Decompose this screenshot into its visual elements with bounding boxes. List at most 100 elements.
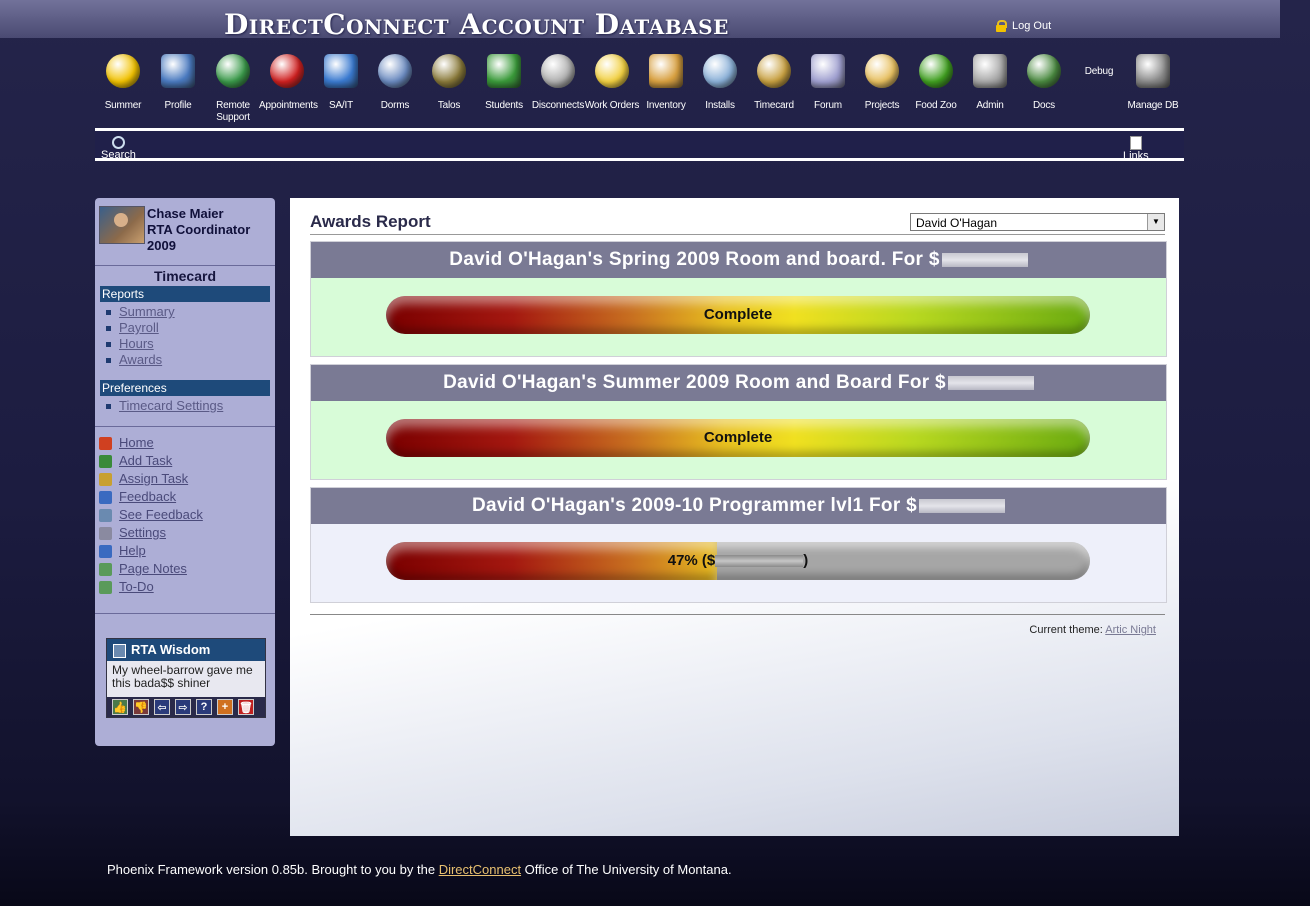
nav-label: Food Zoo [915,100,957,111]
preferences-list: Timecard Settings [105,398,223,414]
report-link-payroll[interactable]: Payroll [105,320,175,336]
nav-label: SA/IT [328,100,353,111]
profile-icon [161,54,195,88]
sidebar-link-page-notes[interactable]: Page Notes [99,560,203,578]
directconnect-link[interactable]: DirectConnect [439,862,521,877]
award-title-text: David O'Hagan's Summer 2009 Room and Boa… [443,372,946,393]
logout-label: Log Out [1012,20,1052,32]
progress-status-suffix: ) [803,552,809,569]
nav-item-remote-support[interactable]: Remote Support [205,52,261,124]
divider [95,613,275,614]
nav-item-installs[interactable]: Installs [692,52,748,112]
home-icon [99,437,112,450]
nav-item-students[interactable]: Students [476,52,532,112]
page-title: Awards Report [310,212,431,231]
add-icon[interactable]: + [217,699,233,715]
thumbs-up-icon[interactable]: 👍 [112,699,128,715]
trash-icon[interactable]: 🗑 [238,699,254,715]
user-select[interactable]: David O'Hagan ▼ [910,213,1165,231]
award-title-text: David O'Hagan's Spring 2009 Room and boa… [449,249,940,270]
chevron-down-icon: ▼ [1147,214,1164,230]
sidebar-link-label: Page Notes [119,561,187,576]
nav-item-disconnects[interactable]: Disconnects [530,52,586,112]
links-icon [1129,136,1142,150]
progress-label: Complete [386,419,1090,457]
main-panel: Awards Report David O'Hagan ▼ David O'Ha… [290,198,1179,836]
progress-bar: 47% ($) [386,542,1090,580]
redacted-amount [947,375,1034,390]
help-icon [99,545,112,558]
nav-label: Summer [104,100,142,111]
progress-bar: Complete [386,296,1090,334]
sidebar-link-feedback[interactable]: Feedback [99,488,203,506]
building-icon [378,54,412,88]
report-link-awards[interactable]: Awards [105,352,175,368]
nav-label: Profile [164,100,192,111]
award-title: David O'Hagan's Summer 2009 Room and Boa… [311,365,1166,401]
preferences-heading: Preferences [100,380,270,396]
money-bag-icon [757,54,791,88]
sidebar-link-to-do[interactable]: To-Do [99,578,203,596]
globe-help-icon [216,54,250,88]
report-link-summary[interactable]: Summary [105,304,175,320]
sidebar-link-see-feedback[interactable]: See Feedback [99,506,203,524]
pref-link-timecard-settings[interactable]: Timecard Settings [105,398,223,414]
rta-wisdom-widget: RTA Wisdom My wheel-barrow gave me this … [106,638,266,718]
nav-item-summer[interactable]: Summer [95,52,151,112]
nav-label: Students [485,100,523,111]
nav-item-admin[interactable]: Admin [962,52,1018,112]
arrow-right-icon[interactable]: ⇨ [175,699,191,715]
nav-item-timecard[interactable]: Timecard [746,52,802,112]
nav-item-forum[interactable]: Forum [800,52,856,112]
main-nav: Summer Profile Remote Support Appointments S… [95,52,1185,128]
nav-item-dorms[interactable]: Dorms [367,52,423,112]
sidebar-link-assign-task[interactable]: Assign Task [99,470,203,488]
student-icon [487,54,521,88]
nav-item-talos[interactable]: Talos [421,52,477,112]
nav-label: Manage DB [1127,100,1179,111]
logout-link[interactable]: Log Out [996,20,1051,32]
reports-list: Summary Payroll Hours Awards [105,304,175,368]
sidebar-link-label: See Feedback [119,507,203,522]
report-link-hours[interactable]: Hours [105,336,175,352]
sidebar-link-help[interactable]: Help [99,542,203,560]
nav-label: Admin [976,100,1004,111]
nav-label: Projects [864,100,900,111]
nav-label: Appointments [259,100,318,111]
award-card: David O'Hagan's Spring 2009 Room and boa… [310,241,1167,357]
sidebar-link-label: Settings [119,525,166,540]
nav-item-appointments[interactable]: Appointments [259,52,318,112]
award-title: David O'Hagan's 2009-10 Programmer lvl1 … [311,488,1166,524]
thumbs-down-icon[interactable]: 👎 [133,699,149,715]
nav-label: Disconnects [531,100,585,111]
nav-item-sa-it[interactable]: SA/IT [313,52,369,112]
sidebar-link-label: Home [119,435,154,450]
nav-item-manage-db[interactable]: Manage DB [1125,52,1181,112]
sidebar-link-add-task[interactable]: Add Task [99,452,203,470]
forum-bubble-icon [811,54,845,88]
arrow-left-icon[interactable]: ⇦ [154,699,170,715]
user-role: RTA Coordinator [147,222,251,237]
progress-status: Complete [703,306,773,323]
nav-item-inventory[interactable]: Inventory [638,52,694,112]
nav-item-docs[interactable]: Docs [1016,52,1072,112]
lock-icon [996,20,1007,32]
nav-item-projects[interactable]: Projects [854,52,910,112]
nav-item-work-orders[interactable]: Work Orders [584,52,640,112]
sidebar-link-home[interactable]: Home [99,434,203,452]
nav-label: Forum [814,100,842,111]
nav-item-food-zoo[interactable]: Food Zoo [908,52,964,112]
nav-item-profile[interactable]: Profile [150,52,206,112]
nav-label: Timecard [754,100,794,111]
quick-links: Home Add Task Assign Task Feedback See Feedb… [99,434,203,596]
search-tool[interactable]: Search [101,136,136,159]
admin-gears-icon [973,54,1007,88]
nav-item-debug[interactable]: Debug [1071,66,1127,78]
theme-link[interactable]: Artic Night [1105,624,1156,636]
links-tool[interactable]: Links [1123,136,1149,159]
footer-prefix: Phoenix Framework version 0.85b. Brought… [107,862,439,877]
help-icon[interactable]: ? [196,699,212,715]
install-icon [703,54,737,88]
sidebar-link-settings[interactable]: Settings [99,524,203,542]
award-title: David O'Hagan's Spring 2009 Room and boa… [311,242,1166,278]
